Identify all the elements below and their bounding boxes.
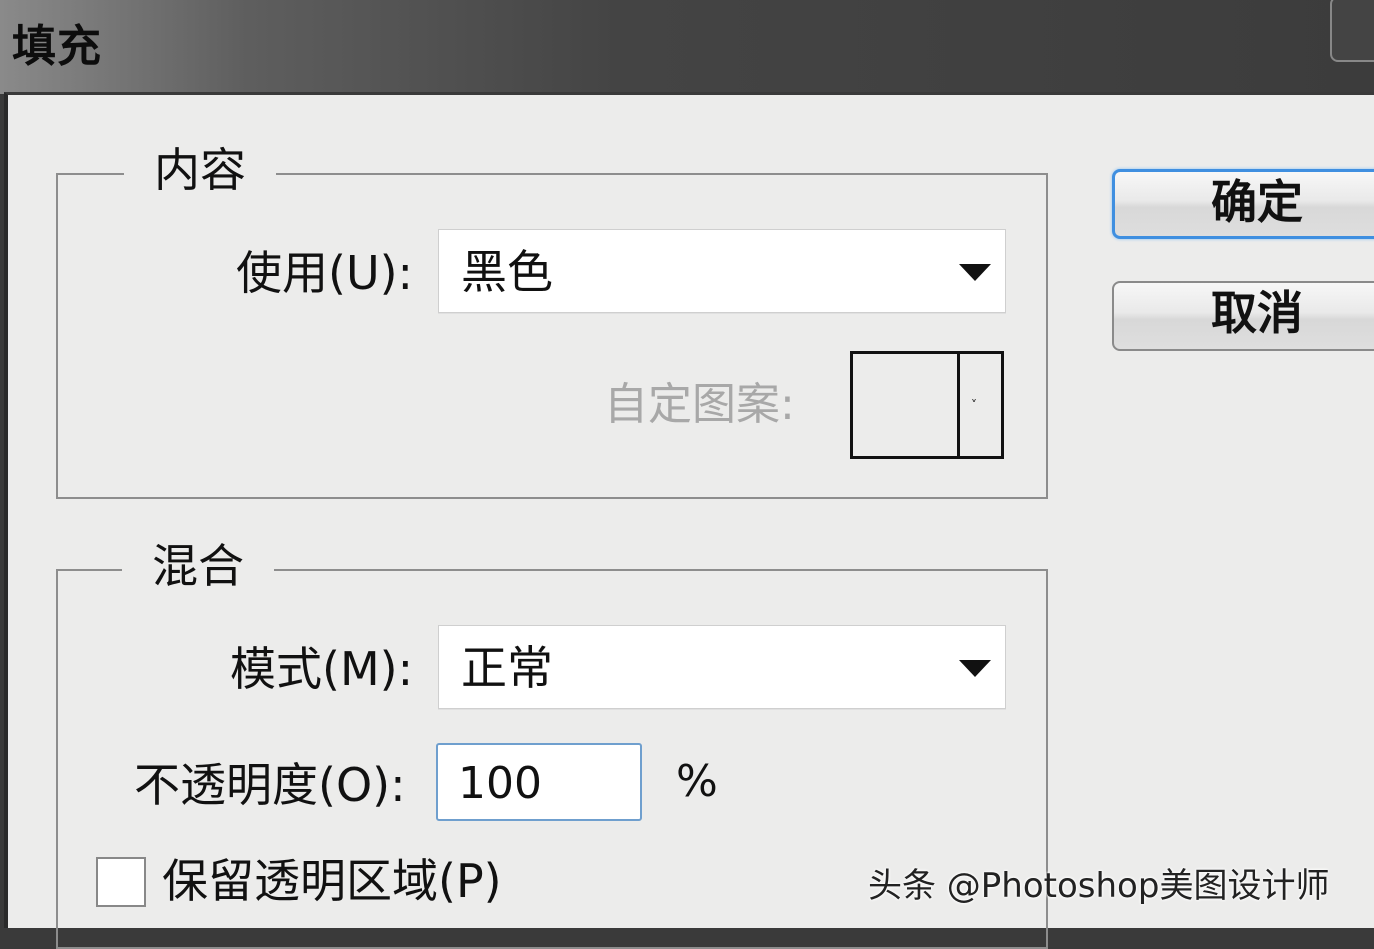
- pattern-picker-divider: [957, 354, 960, 456]
- fill-dialog: 内容 使用(U): 黑色 自定图案: ˅ 确定 取消 混合 模式(M): 正常 …: [4, 92, 1374, 949]
- custom-pattern-picker[interactable]: ˅: [850, 351, 1004, 459]
- window-control-button[interactable]: [1330, 0, 1374, 62]
- blend-group-legend: 混合: [122, 538, 274, 594]
- mode-dropdown-value: 正常: [461, 641, 553, 695]
- opacity-input-value: 100: [458, 758, 542, 809]
- mode-label: 模式(M):: [230, 642, 414, 696]
- pattern-dropdown-icon: ˅: [971, 398, 977, 412]
- watermark: 头条 @Photoshop美图设计师: [868, 866, 1330, 906]
- cancel-button[interactable]: 取消: [1112, 281, 1374, 351]
- content-group-legend: 内容: [124, 142, 276, 198]
- opacity-input[interactable]: 100: [436, 743, 642, 821]
- preserve-transparency-checkbox[interactable]: [96, 857, 146, 907]
- use-dropdown[interactable]: 黑色: [438, 229, 1006, 313]
- ok-button[interactable]: 确定: [1112, 169, 1374, 239]
- window-title: 填充: [12, 21, 102, 72]
- title-bar: 填充: [0, 0, 1374, 94]
- custom-pattern-label: 自定图案:: [604, 379, 795, 430]
- chevron-down-icon: [959, 264, 991, 281]
- mode-dropdown[interactable]: 正常: [438, 625, 1006, 709]
- use-label: 使用(U):: [236, 246, 414, 300]
- chevron-down-icon: [959, 660, 991, 677]
- opacity-label: 不透明度(O):: [134, 758, 406, 812]
- preserve-transparency-label[interactable]: 保留透明区域(P): [162, 853, 502, 909]
- use-dropdown-value: 黑色: [461, 245, 553, 299]
- opacity-unit: %: [676, 756, 718, 807]
